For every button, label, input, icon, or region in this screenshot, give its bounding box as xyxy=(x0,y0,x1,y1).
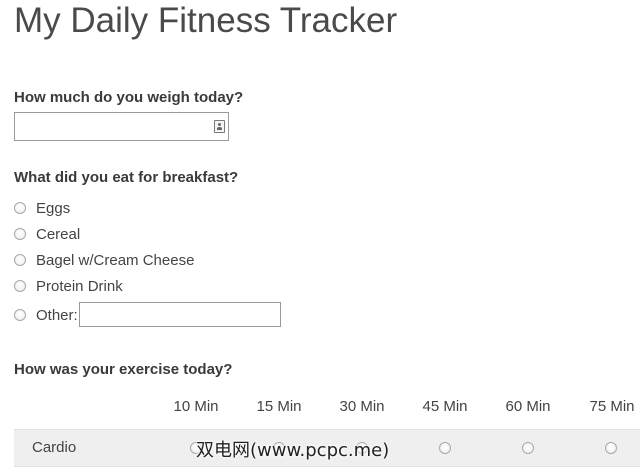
breakfast-option-eggs[interactable]: Eggs xyxy=(14,198,70,218)
breakfast-question: What did you eat for breakfast? xyxy=(14,169,239,186)
column-header-75-min: 75 Min xyxy=(589,398,635,415)
radio-button[interactable] xyxy=(14,202,26,214)
column-header-15-min: 15 Min xyxy=(256,398,302,415)
breakfast-option-bagel[interactable]: Bagel w/Cream Cheese xyxy=(14,250,194,270)
option-label: Bagel w/Cream Cheese xyxy=(36,251,195,269)
radio-button[interactable] xyxy=(14,228,26,240)
watermark: 双电网(www.pcpc.me) xyxy=(196,440,390,461)
contact-card-icon[interactable] xyxy=(214,120,225,133)
page-title: My Daily Fitness Tracker xyxy=(14,1,398,40)
breakfast-option-other[interactable]: Other: xyxy=(14,305,78,325)
option-label: Protein Drink xyxy=(36,277,123,295)
column-header-45-min: 45 Min xyxy=(422,398,468,415)
cardio-60-min-radio[interactable] xyxy=(522,442,534,454)
row-label: Cardio xyxy=(32,439,77,456)
radio-button[interactable] xyxy=(14,280,26,292)
weight-input[interactable] xyxy=(15,113,217,140)
other-label: Other: xyxy=(36,306,78,324)
other-input[interactable] xyxy=(79,302,281,327)
radio-button[interactable] xyxy=(14,309,26,321)
radio-button[interactable] xyxy=(14,254,26,266)
exercise-question: How was your exercise today? xyxy=(14,361,233,378)
column-header-60-min: 60 Min xyxy=(505,398,551,415)
contact-card-icon-body xyxy=(217,127,222,130)
option-label: Eggs xyxy=(36,199,71,217)
column-header-30-min: 30 Min xyxy=(339,398,385,415)
breakfast-option-protein-drink[interactable]: Protein Drink xyxy=(14,276,123,296)
weight-field[interactable] xyxy=(14,112,229,141)
option-label: Cereal xyxy=(36,225,81,243)
column-header-10-min: 10 Min xyxy=(173,398,219,415)
cardio-45-min-radio[interactable] xyxy=(439,442,451,454)
cardio-75-min-radio[interactable] xyxy=(605,442,617,454)
breakfast-option-cereal[interactable]: Cereal xyxy=(14,224,80,244)
contact-card-icon-head xyxy=(218,123,221,126)
weight-question: How much do you weigh today? xyxy=(14,89,244,106)
